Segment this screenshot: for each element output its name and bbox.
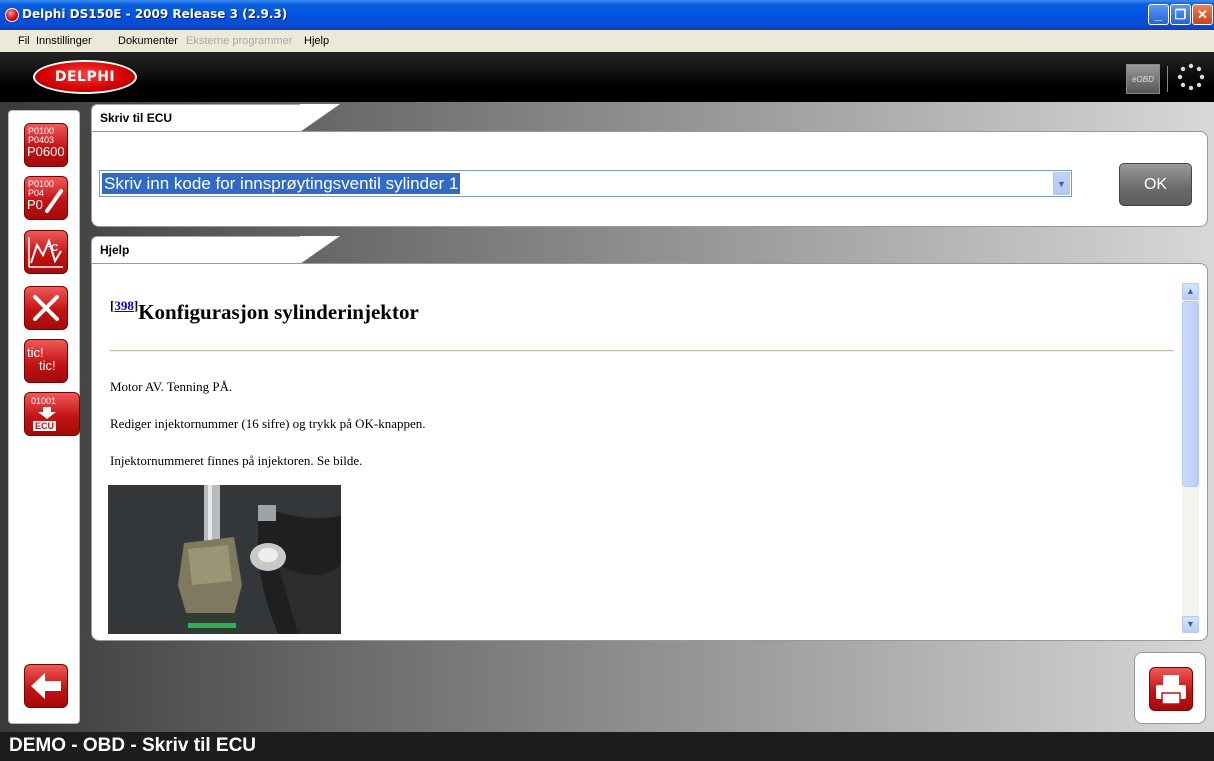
connection-status-icon[interactable]: [1176, 62, 1206, 92]
help-scrollbar[interactable]: ▲ ▼: [1182, 283, 1199, 633]
menu-item-innstillinger[interactable]: Innstillinger: [36, 35, 92, 47]
help-paragraph: Rediger injektornummer (16 sifre) og try…: [110, 416, 426, 431]
back-arrow-icon: [31, 673, 61, 699]
status-text: DEMO - OBD - Skriv til ECU: [9, 735, 257, 756]
write-ecu-tab: Skriv til ECU: [91, 104, 340, 132]
help-title: Konfigurasjon sylinderinjektor: [138, 300, 419, 324]
close-button[interactable]: ✕: [1192, 4, 1213, 25]
ecu-label: ECU: [33, 421, 57, 431]
app-icon[interactable]: [5, 8, 19, 22]
help-paragraph: Injektornummeret finnes på injektoren. S…: [110, 453, 363, 468]
minimize-button[interactable]: _: [1148, 4, 1169, 25]
delphi-logo: DELPHI: [33, 60, 137, 94]
scroll-up-icon[interactable]: ▲: [1182, 283, 1199, 300]
chevron-down-icon[interactable]: ▼: [1053, 172, 1070, 195]
write-ecu-tab-label: Skriv til ECU: [100, 111, 173, 125]
eraser-pencil-icon: [45, 189, 63, 213]
down-arrow-icon: [38, 407, 56, 419]
tools-icon: [33, 295, 59, 321]
selected-option-text: Skriv inn kode for innsprøytingsventil s…: [102, 173, 461, 194]
binary-label: 01001: [31, 396, 57, 406]
ok-button[interactable]: OK: [1119, 163, 1192, 206]
menu-item-eksterne-programmer: Eksterne programmer: [186, 35, 293, 47]
injector-photo: [108, 485, 341, 634]
fault-code-line: P0600: [27, 144, 65, 159]
live-data-button[interactable]: °C: [24, 230, 68, 274]
scroll-down-icon[interactable]: ▼: [1182, 616, 1199, 633]
status-bar: DEMO - OBD - Skriv til ECU: [0, 732, 1214, 761]
menu-item-dokumenter[interactable]: Dokumenter: [118, 35, 178, 47]
header-divider: [1167, 66, 1168, 92]
tic-label: tic!: [39, 358, 56, 373]
read-fault-codes-button[interactable]: P0100 P0403 P0600: [24, 123, 68, 167]
live-data-graph-icon: [28, 237, 63, 268]
eobd-button[interactable]: eOBD: [1126, 64, 1160, 94]
window-title: Delphi DS150E - 2009 Release 3 (2.9.3): [22, 7, 288, 21]
help-tab-label: Hjelp: [100, 243, 130, 257]
maximize-button[interactable]: ❐: [1170, 4, 1191, 25]
menu-item-hjelp[interactable]: Hjelp: [304, 35, 329, 47]
adjustments-button[interactable]: tic! tic!: [24, 339, 68, 383]
help-paragraph: Motor AV. Tenning PÅ.: [110, 379, 233, 394]
function-sidebar: P0100 P0403 P0600 P0100 P04 P0 °C tic! t…: [8, 110, 80, 724]
back-button[interactable]: [24, 664, 68, 708]
print-button[interactable]: [1134, 652, 1206, 724]
help-divider: [110, 350, 1174, 352]
printer-icon-tile: [1149, 667, 1193, 711]
component-test-button[interactable]: [24, 286, 68, 330]
help-heading: [398]Konfigurasjon sylinderinjektor: [110, 298, 419, 325]
reference-link[interactable]: 398: [114, 298, 134, 313]
reference-marker: [398]: [110, 298, 139, 313]
injector-code-select[interactable]: Skriv inn kode for innsprøytingsventil s…: [99, 170, 1072, 197]
menu-bar: Fil Innstillinger Dokumenter Eksterne pr…: [0, 30, 1214, 52]
injector-photo-drawing: [108, 485, 341, 634]
write-to-ecu-button[interactable]: 01001 ECU: [24, 392, 80, 436]
printer-icon: [1156, 675, 1186, 705]
erase-fault-codes-button[interactable]: P0100 P04 P0: [24, 176, 68, 220]
temperature-label: °C: [47, 243, 59, 254]
app-header: DELPHI: [0, 52, 1214, 102]
scrollbar-thumb[interactable]: [1182, 301, 1199, 487]
menu-item-fil[interactable]: Fil: [18, 35, 30, 47]
title-bar: Delphi DS150E - 2009 Release 3 (2.9.3) _…: [0, 0, 1214, 30]
help-tab: Hjelp: [91, 236, 340, 264]
